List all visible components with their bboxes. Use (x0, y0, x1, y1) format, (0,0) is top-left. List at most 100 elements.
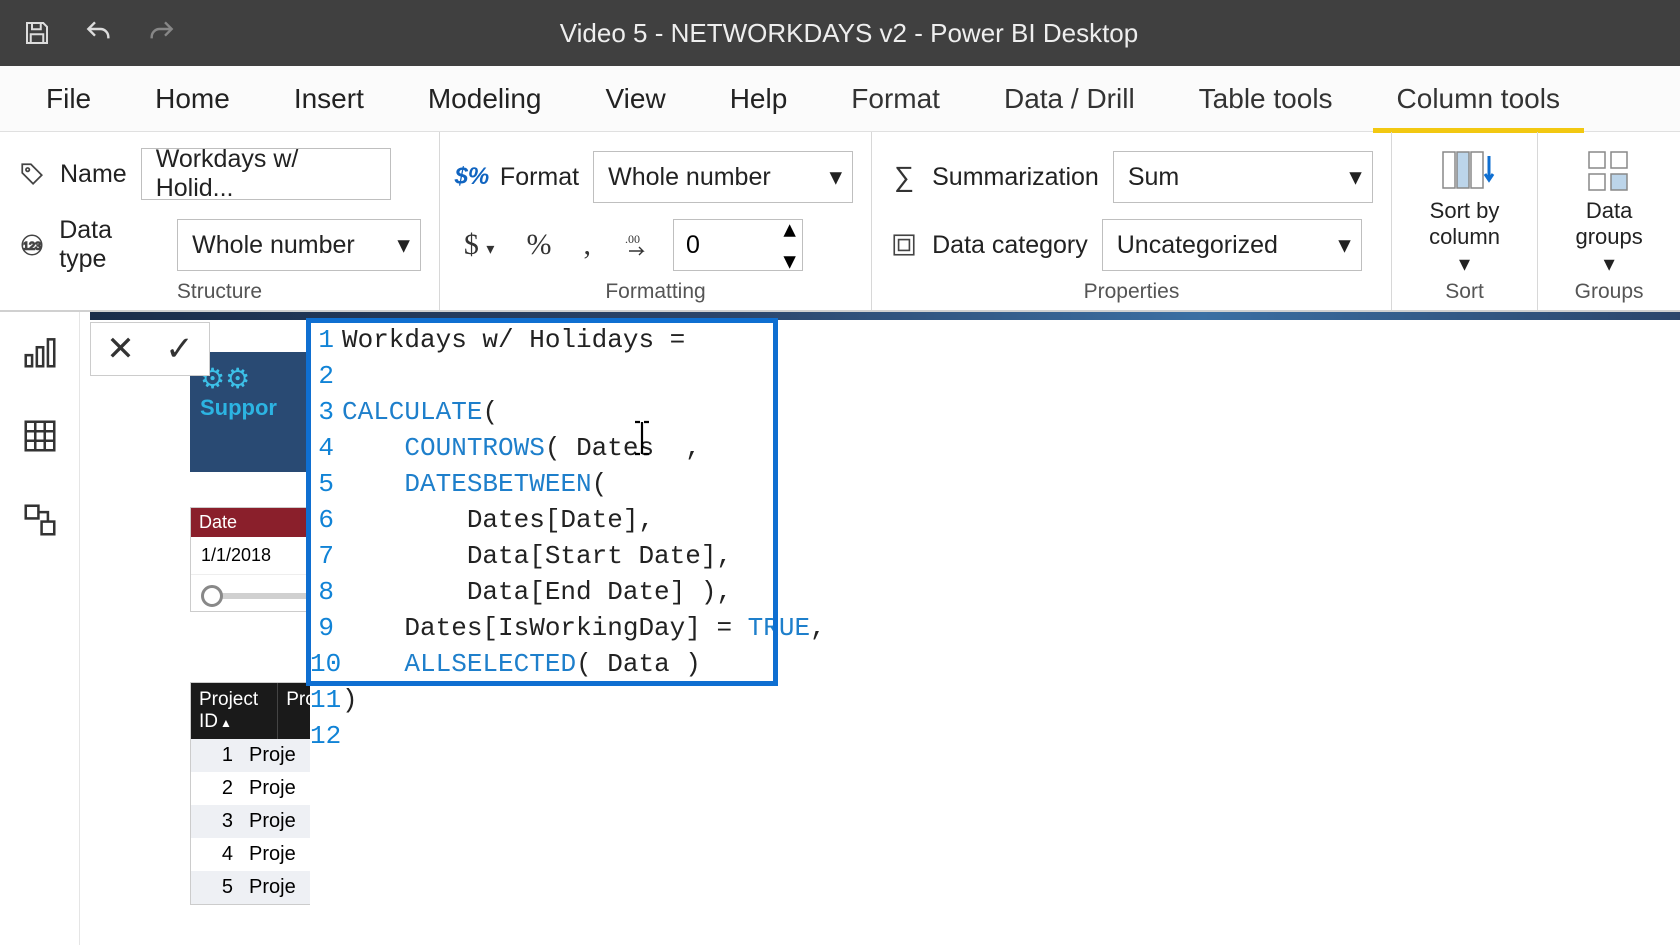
groups-icon (1583, 146, 1635, 192)
ribbon-group-structure: Name Workdays w/ Holid... 123 Data type … (0, 132, 440, 310)
code-line[interactable]: 8 Data[End Date] ), (310, 574, 1680, 610)
menu-help[interactable]: Help (698, 66, 820, 131)
datacategory-label: Data category (932, 231, 1088, 260)
code-line[interactable]: 11) (310, 682, 1680, 718)
slicer-slider[interactable] (191, 575, 329, 611)
menu-format[interactable]: Format (819, 66, 972, 131)
menu-insert[interactable]: Insert (262, 66, 396, 131)
table-row[interactable]: 3Proje (191, 805, 329, 838)
cancel-formula-button[interactable]: ✕ (106, 329, 135, 369)
formula-editor[interactable]: 1Workdays w/ Holidays = 23CALCULATE(4 CO… (310, 322, 1680, 935)
code-text: DATESBETWEEN( (342, 466, 607, 502)
chevron-down-icon: ▾ (1338, 230, 1351, 260)
menu-file[interactable]: File (14, 66, 123, 131)
ribbon-group-sort: Sort by column ▾ Sort (1392, 132, 1538, 310)
commit-formula-button[interactable]: ✓ (165, 329, 194, 369)
table-row[interactable]: 5Proje (191, 871, 329, 904)
code-line[interactable]: 12 (310, 718, 1680, 754)
data-view-button[interactable] (18, 414, 62, 458)
tag-icon (18, 160, 46, 188)
code-text: Data[Start Date], (342, 538, 732, 574)
slicer-value[interactable]: 1/1/2018 (191, 537, 329, 575)
code-line[interactable]: 3CALCULATE( (310, 394, 1680, 430)
code-line[interactable]: 4 COUNTROWS( Dates , (310, 430, 1680, 466)
svg-text:123: 123 (23, 240, 41, 252)
table-visual[interactable]: Project ID▲ Proj 1Proje2Proje3Proje4Proj… (190, 682, 330, 905)
report-canvas[interactable]: ⚙⚙ Suppor Date 1/1/2018 Project ID▲ Proj… (80, 312, 1680, 945)
code-line[interactable]: 2 (310, 358, 1680, 394)
datatype-label: Data type (59, 216, 163, 274)
currency-button[interactable]: $ ▾ (458, 226, 501, 264)
menubar: File Home Insert Modeling View Help Form… (0, 66, 1680, 132)
category-icon (890, 231, 918, 259)
ribbon-group-formatting: $% Format Whole number ▾ $ ▾ % , .00 (440, 132, 872, 310)
code-text: Dates[IsWorkingDay] = TRUE, (342, 610, 826, 646)
menu-home[interactable]: Home (123, 66, 262, 131)
group-label-sort: Sort (1410, 280, 1519, 310)
ribbon: Name Workdays w/ Holid... 123 Data type … (0, 132, 1680, 312)
undo-button[interactable] (82, 16, 116, 50)
formula-confirm: ✕ ✓ (90, 322, 210, 376)
titlebar: Video 5 - NETWORKDAYS v2 - Power BI Desk… (0, 0, 1680, 66)
code-line[interactable]: 10 ALLSELECTED( Data ) (310, 646, 1680, 682)
group-label-groups: Groups (1556, 280, 1662, 310)
line-number: 11 (310, 682, 342, 718)
spin-controls[interactable]: ▴▾ (783, 214, 796, 276)
date-slicer[interactable]: Date 1/1/2018 (190, 507, 330, 612)
chevron-down-icon: ▾ (397, 230, 410, 260)
code-text: Data[End Date] ), (342, 574, 732, 610)
table-row[interactable]: 2Proje (191, 772, 329, 805)
datacategory-select[interactable]: Uncategorized ▾ (1102, 219, 1362, 271)
name-input[interactable]: Workdays w/ Holid... (141, 148, 391, 200)
sort-by-column-button[interactable]: Sort by column ▾ (1410, 142, 1519, 277)
chevron-down-icon: ▾ (1349, 162, 1362, 192)
decimals-button[interactable]: .00 (617, 229, 659, 261)
group-label-structure: Structure (18, 280, 421, 310)
svg-text:.00: .00 (625, 232, 640, 246)
code-line[interactable]: 6 Dates[Date], (310, 502, 1680, 538)
line-number: 10 (310, 646, 342, 682)
model-view-button[interactable] (18, 498, 62, 542)
format-select[interactable]: Whole number ▾ (593, 151, 853, 203)
summarization-select[interactable]: Sum ▾ (1113, 151, 1373, 203)
col-project-id[interactable]: Project ID▲ (191, 683, 278, 739)
sort-label: Sort by column ▾ (1422, 198, 1507, 277)
line-number: 7 (310, 538, 342, 574)
code-text: COUNTROWS( Dates , (342, 430, 701, 466)
menu-columntools[interactable]: Column tools (1365, 66, 1592, 131)
bg-text: Suppor (200, 395, 277, 420)
menu-modeling[interactable]: Modeling (396, 66, 574, 131)
table-row[interactable]: 1Proje (191, 739, 329, 772)
table-row[interactable]: 4Proje (191, 838, 329, 871)
decimals-input[interactable]: 0 ▴▾ (673, 219, 803, 271)
slider-thumb[interactable] (201, 585, 223, 607)
canvas-strip (90, 312, 1680, 320)
report-view-button[interactable] (18, 330, 62, 374)
menu-tabletools[interactable]: Table tools (1167, 66, 1365, 131)
summarization-label: Summarization (932, 163, 1099, 192)
groups-label: Data groups ▾ (1568, 198, 1650, 277)
thousands-button[interactable]: , (577, 226, 597, 264)
code-text: ) (342, 682, 358, 718)
percent-button[interactable]: % (520, 226, 557, 264)
window-title: Video 5 - NETWORKDAYS v2 - Power BI Desk… (178, 18, 1520, 49)
line-number: 4 (310, 430, 342, 466)
line-number: 3 (310, 394, 342, 430)
code-line[interactable]: 1Workdays w/ Holidays = (310, 322, 1680, 358)
menu-datadrill[interactable]: Data / Drill (972, 66, 1167, 131)
code-line[interactable]: 7 Data[Start Date], (310, 538, 1680, 574)
group-label-properties: Properties (890, 280, 1373, 310)
code-line[interactable]: 5 DATESBETWEEN( (310, 466, 1680, 502)
line-number: 12 (310, 718, 342, 754)
code-text: Workdays w/ Holidays = (342, 322, 701, 358)
save-button[interactable] (20, 16, 54, 50)
code-line[interactable]: 9 Dates[IsWorkingDay] = TRUE, (310, 610, 1680, 646)
menu-view[interactable]: View (574, 66, 698, 131)
redo-button[interactable] (144, 16, 178, 50)
datatype-select[interactable]: Whole number ▾ (177, 219, 421, 271)
gear-icon: ⚙⚙ (200, 362, 320, 395)
data-groups-button[interactable]: Data groups ▾ (1556, 142, 1662, 277)
chevron-down-icon: ▾ (830, 162, 843, 192)
background-visual[interactable]: ⚙⚙ Suppor (190, 352, 330, 472)
code-text: CALCULATE( (342, 394, 498, 430)
